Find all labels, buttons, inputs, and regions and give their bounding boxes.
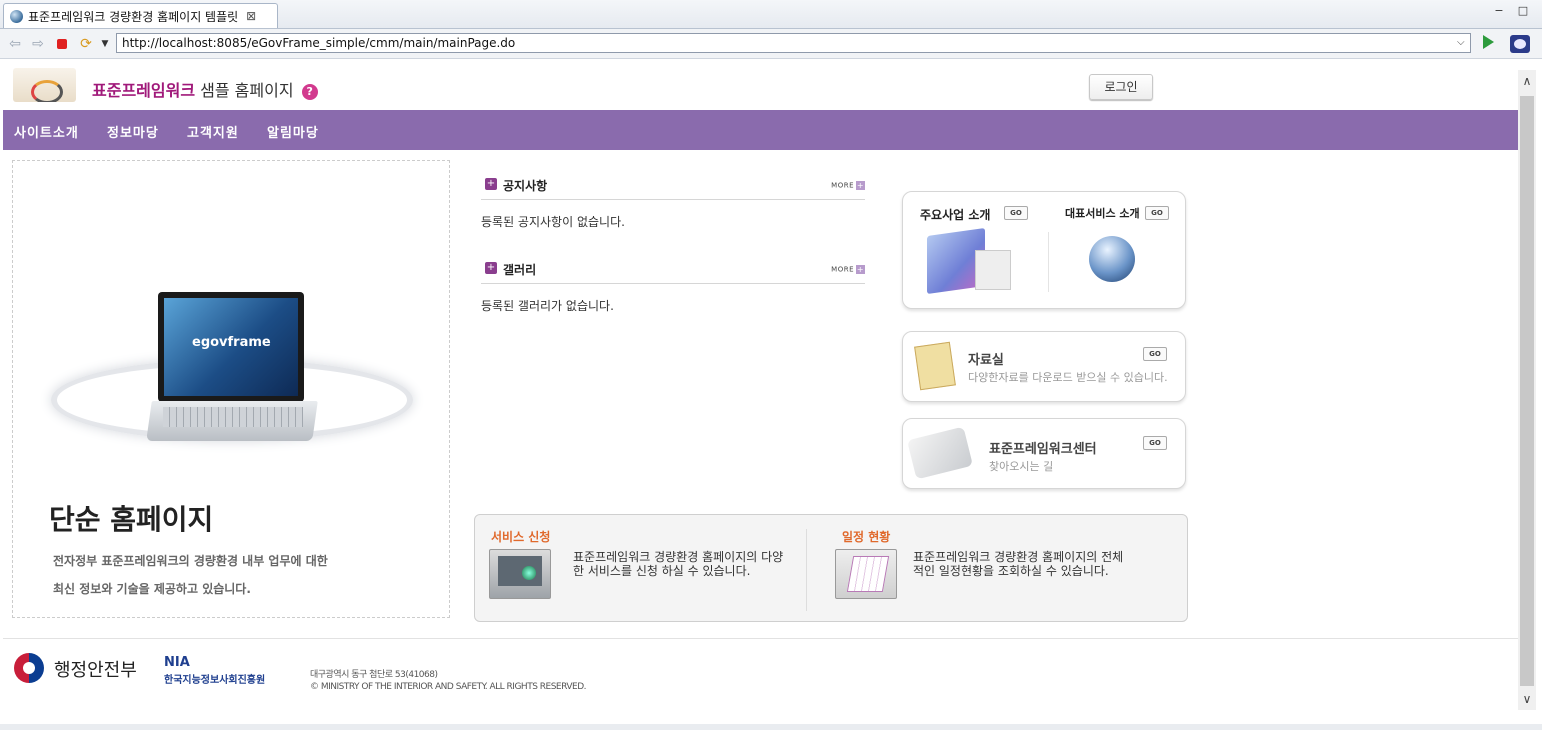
gallery-title: 갤러리 bbox=[503, 263, 537, 277]
schedule-desc: 표준프레임워크 경량환경 홈페이지의 전체적인 일정현황을 조회하실 수 있습니… bbox=[913, 550, 1124, 578]
card-divider bbox=[1048, 232, 1049, 292]
calendar-icon[interactable] bbox=[835, 549, 897, 599]
hero-title: 단순 홈페이지 bbox=[49, 503, 214, 536]
minimize-icon[interactable]: − bbox=[1493, 5, 1505, 17]
schedule-title[interactable]: 일정 현황 bbox=[842, 528, 890, 545]
status-strip bbox=[0, 724, 1542, 730]
hero-description: 전자정부 표준프레임워크의 경량환경 내부 업무에 대한 최신 정보와 기술을 … bbox=[53, 547, 328, 603]
globe-hands-image bbox=[1089, 236, 1135, 282]
gallery-header: + 갤러리 MORE + bbox=[481, 261, 865, 284]
notepad-image bbox=[914, 341, 956, 391]
center-desc: 찾아오시는 길 bbox=[989, 460, 1054, 473]
footer-address-block: 대구광역시 동구 첨단로 53(41068) © MINISTRY OF THE… bbox=[310, 669, 587, 693]
laptop-image: egovframe bbox=[158, 292, 304, 402]
scroll-up-icon[interactable]: ∧ bbox=[1518, 70, 1536, 92]
web-page: 표준프레임워크 샘플 홈페이지 ? 로그인 사이트소개 정보마당 고객지원 알림… bbox=[3, 59, 1518, 724]
gallery-empty-text: 등록된 갤러리가 없습니다. bbox=[481, 299, 614, 313]
services-panel: 서비스 신청 표준프레임워크 경량환경 홈페이지의 다양한 서비스를 신청 하실… bbox=[474, 514, 1188, 622]
back-icon[interactable]: ⇦ bbox=[7, 36, 23, 52]
more-plus-icon: + bbox=[856, 181, 865, 190]
go-icon[interactable] bbox=[1483, 35, 1494, 49]
notice-header: + 공지사항 MORE + bbox=[481, 177, 865, 200]
forward-icon[interactable]: ⇨ bbox=[30, 36, 46, 52]
gallery-more-link[interactable]: MORE + bbox=[831, 265, 865, 274]
disc-image bbox=[975, 250, 1011, 290]
footer-copyright: © MINISTRY OF THE INTERIOR AND SAFETY. A… bbox=[310, 682, 587, 692]
site-title: 표준프레임워크 샘플 홈페이지 ? bbox=[92, 77, 318, 101]
browser-toolbar: ⇦ ⇨ ⟳ ▼ http://localhost:8085/eGovFrame_… bbox=[0, 29, 1542, 59]
refresh-icon[interactable]: ⟳ bbox=[78, 36, 94, 52]
service-intro-label[interactable]: 대표서비스 소개 bbox=[1065, 205, 1140, 221]
center-title: 표준프레임워크센터 bbox=[989, 442, 1097, 457]
footer-divider bbox=[3, 638, 1518, 639]
government-emblem-icon bbox=[14, 653, 44, 683]
help-icon[interactable]: ? bbox=[301, 83, 318, 100]
laptop-brand: egovframe bbox=[192, 335, 271, 350]
globe-icon bbox=[522, 566, 536, 580]
business-go-button[interactable]: GO bbox=[1004, 206, 1028, 220]
notice-empty-text: 등록된 공지사항이 없습니다. bbox=[481, 215, 625, 229]
hero-desc-line: 전자정부 표준프레임워크의 경량환경 내부 업무에 대한 bbox=[53, 554, 328, 568]
browser-tab[interactable]: 표준프레임워크 경량환경 홈페이지 템플릿 ⊠ bbox=[3, 3, 278, 28]
notice-title: 공지사항 bbox=[503, 179, 548, 193]
url-input[interactable]: http://localhost:8085/eGovFrame_simple/c… bbox=[116, 33, 1471, 53]
service-go-button[interactable]: GO bbox=[1145, 206, 1169, 220]
vertical-scrollbar[interactable]: ∧ ∨ bbox=[1518, 70, 1536, 710]
nav-item-site-intro[interactable]: 사이트소개 bbox=[14, 122, 79, 141]
nav-item-news[interactable]: 알림마당 bbox=[267, 122, 319, 141]
plus-icon: + bbox=[485, 178, 497, 190]
hero-desc-line: 최신 정보와 기술을 제공하고 있습니다. bbox=[53, 582, 251, 596]
more-plus-icon: + bbox=[856, 265, 865, 274]
history-dropdown-icon[interactable]: ▼ bbox=[97, 36, 113, 52]
main-nav: 사이트소개 정보마당 고객지원 알림마당 bbox=[3, 110, 1518, 150]
phone-image bbox=[907, 426, 973, 480]
tab-title: 표준프레임워크 경량환경 홈페이지 템플릿 bbox=[28, 9, 239, 24]
close-icon[interactable]: ⊠ bbox=[246, 9, 256, 23]
scroll-thumb[interactable] bbox=[1520, 96, 1534, 686]
site-title-rest: 샘플 홈페이지 bbox=[195, 81, 294, 100]
hero-panel: egovframe 단순 홈페이지 전자정부 표준프레임워크의 경량환경 내부 … bbox=[12, 160, 450, 618]
site-logo[interactable] bbox=[13, 68, 76, 102]
globe-icon bbox=[10, 9, 23, 23]
maximize-icon[interactable]: □ bbox=[1517, 5, 1529, 17]
nia-logo: NIA bbox=[164, 655, 190, 670]
center-card[interactable]: 표준프레임워크센터 찾아오시는 길 GO bbox=[902, 418, 1186, 489]
notice-more-link[interactable]: MORE + bbox=[831, 181, 865, 190]
editor-tab-bar: 표준프레임워크 경량환경 홈페이지 템플릿 ⊠ − □ bbox=[0, 0, 1542, 29]
nav-item-support[interactable]: 고객지원 bbox=[187, 122, 239, 141]
login-button[interactable]: 로그인 bbox=[1089, 74, 1153, 100]
plus-icon: + bbox=[485, 262, 497, 274]
nav-item-info[interactable]: 정보마당 bbox=[107, 122, 159, 141]
service-apply-icon[interactable] bbox=[489, 549, 551, 599]
browser-icon[interactable] bbox=[1510, 35, 1530, 53]
nia-fullname: 한국지능정보사회진흥원 bbox=[164, 675, 266, 686]
scroll-down-icon[interactable]: ∨ bbox=[1518, 688, 1536, 710]
archive-desc: 다양한자료를 다운로드 받으실 수 있습니다. bbox=[968, 371, 1168, 384]
site-title-brand: 표준프레임워크 bbox=[92, 81, 196, 100]
archive-title: 자료실 bbox=[968, 353, 1004, 368]
intro-card: 주요사업 소개 GO 대표서비스 소개 GO bbox=[902, 191, 1186, 309]
center-go-button[interactable]: GO bbox=[1143, 436, 1167, 450]
archive-go-button[interactable]: GO bbox=[1143, 347, 1167, 361]
service-apply-desc: 표준프레임워크 경량환경 홈페이지의 다양한 서비스를 신청 하실 수 있습니다… bbox=[573, 550, 784, 578]
service-apply-title[interactable]: 서비스 신청 bbox=[491, 528, 550, 545]
services-divider bbox=[806, 529, 807, 611]
stop-icon[interactable] bbox=[57, 39, 67, 49]
gov-name: 행정안전부 bbox=[54, 660, 137, 681]
business-intro-label[interactable]: 주요사업 소개 bbox=[920, 206, 990, 223]
url-dropdown-icon[interactable]: ⌵ bbox=[1457, 37, 1465, 48]
laptop-keyboard bbox=[163, 407, 303, 427]
archive-card[interactable]: 자료실 다양한자료를 다운로드 받으실 수 있습니다. GO bbox=[902, 331, 1186, 402]
footer-address: 대구광역시 동구 첨단로 53(41068) bbox=[310, 670, 438, 680]
